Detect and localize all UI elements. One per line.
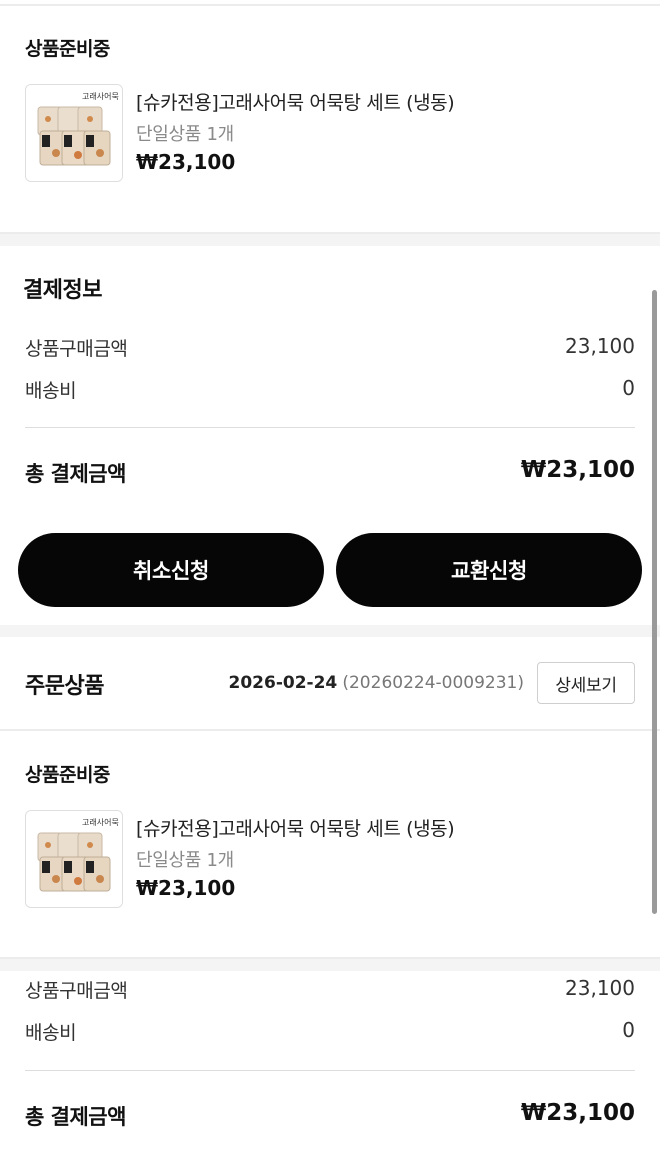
section-gap xyxy=(0,959,660,971)
product-amount-label: 상품구매금액 xyxy=(25,338,128,360)
product-amount-label: 상품구매금액 xyxy=(25,980,128,1002)
section-divider xyxy=(0,729,660,731)
order-number: (20260224-0009231) xyxy=(342,673,524,693)
section-gap xyxy=(0,625,660,637)
payment-info-title: 결제정보 xyxy=(23,278,102,303)
product-thumbnail[interactable]: 고래사어묵 xyxy=(25,810,123,908)
product-amount-value: 23,100 xyxy=(565,334,635,358)
order-date: 2026-02-24 xyxy=(228,673,338,693)
order-meta: 2026-02-24 (20260224-0009231) xyxy=(229,673,524,693)
total-amount-label: 총 결제금액 xyxy=(25,1105,126,1129)
svg-text:고래사어묵: 고래사어묵 xyxy=(82,817,119,827)
order-detail-page: 상품준비중 고래사어묵 [슈카전용]고래사어묵 어묵탕 세트 (냉동) 단일상품… xyxy=(0,0,660,1162)
payment-divider xyxy=(25,427,635,428)
total-amount-value: ₩23,100 xyxy=(520,1100,635,1126)
product-option: 단일상품 1개 xyxy=(136,124,234,145)
section-gap xyxy=(0,234,660,246)
vertical-scrollbar[interactable] xyxy=(652,290,657,914)
cancel-request-button[interactable]: 취소신청 xyxy=(18,533,324,607)
order-status-label: 상품준비중 xyxy=(25,764,110,786)
fishcake-package-image: 고래사어묵 xyxy=(26,85,122,181)
total-amount-label: 총 결제금액 xyxy=(25,462,126,486)
order-products-title: 주문상품 xyxy=(25,674,104,699)
payment-divider xyxy=(25,1070,635,1071)
shipping-fee-label: 배송비 xyxy=(25,1022,77,1044)
product-price: ₩23,100 xyxy=(136,150,236,174)
shipping-fee-label: 배송비 xyxy=(25,380,77,402)
order-status-label: 상품준비중 xyxy=(25,38,110,60)
product-name[interactable]: [슈카전용]고래사어묵 어묵탕 세트 (냉동) xyxy=(136,88,455,115)
shipping-fee-value: 0 xyxy=(622,1018,635,1042)
view-details-button[interactable]: 상세보기 xyxy=(537,662,635,704)
shipping-fee-value: 0 xyxy=(622,376,635,400)
product-option: 단일상품 1개 xyxy=(136,850,234,871)
svg-text:고래사어묵: 고래사어묵 xyxy=(82,91,119,101)
product-name[interactable]: [슈카전용]고래사어묵 어묵탕 세트 (냉동) xyxy=(136,814,455,841)
total-amount-value: ₩23,100 xyxy=(520,457,635,483)
exchange-request-button[interactable]: 교환신청 xyxy=(336,533,642,607)
product-thumbnail[interactable]: 고래사어묵 xyxy=(25,84,123,182)
product-price: ₩23,100 xyxy=(136,876,236,900)
top-divider xyxy=(0,4,660,6)
product-amount-value: 23,100 xyxy=(565,976,635,1000)
fishcake-package-image: 고래사어묵 xyxy=(26,811,122,907)
